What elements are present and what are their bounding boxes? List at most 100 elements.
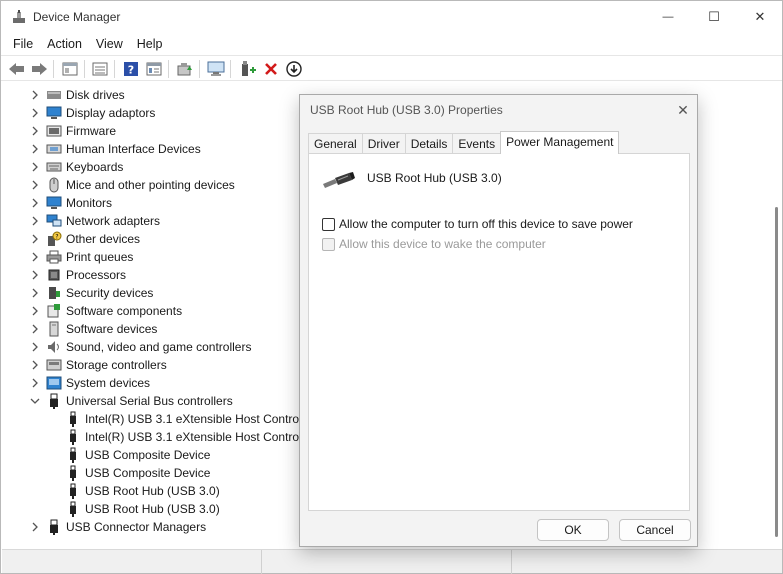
- status-bar: [2, 549, 782, 574]
- monitor-icon: [46, 195, 62, 211]
- dialog-close-button[interactable]: ✕: [668, 97, 698, 123]
- tab-power-management[interactable]: Power Management: [500, 131, 620, 154]
- chevron-right-icon[interactable]: [28, 140, 42, 158]
- scan-hardware-button[interactable]: [206, 59, 226, 79]
- svg-text:?: ?: [128, 64, 134, 77]
- tree-item-network-adapters[interactable]: Network adapters: [28, 212, 160, 230]
- ok-button[interactable]: OK: [537, 519, 609, 541]
- tree-child-item[interactable]: USB Composite Device: [65, 446, 210, 464]
- forward-button[interactable]: [29, 59, 49, 79]
- tree-item-disk-drives[interactable]: Disk drives: [28, 86, 125, 104]
- tab-general[interactable]: General: [308, 133, 363, 154]
- tree-item-software-components[interactable]: Software components: [28, 302, 182, 320]
- tree-item-label: Network adapters: [66, 214, 161, 228]
- chevron-right-icon[interactable]: [28, 248, 42, 266]
- tree-child-item[interactable]: USB Root Hub (USB 3.0): [65, 500, 220, 518]
- chevron-right-icon[interactable]: [28, 176, 42, 194]
- dialog-tabs: General Driver Details Events Power Mana…: [308, 131, 620, 154]
- tab-events[interactable]: Events: [452, 133, 502, 154]
- menu-view[interactable]: View: [89, 33, 130, 55]
- device-manager-icon: [13, 10, 25, 23]
- tree-item-label: Firmware: [66, 124, 116, 138]
- tree-item-security-devices[interactable]: Security devices: [28, 284, 153, 302]
- tree-item-universal-serial-bus-controllers[interactable]: Universal Serial Bus controllers: [28, 392, 233, 410]
- cancel-button[interactable]: Cancel: [619, 519, 691, 541]
- chevron-right-icon[interactable]: [28, 266, 42, 284]
- tab-details[interactable]: Details: [404, 133, 454, 154]
- update-driver-button[interactable]: [175, 59, 195, 79]
- properties-view-button[interactable]: [60, 59, 80, 79]
- tab-driver[interactable]: Driver: [361, 133, 406, 154]
- tree-item-human-interface-devices[interactable]: Human Interface Devices: [28, 140, 201, 158]
- chevron-right-icon[interactable]: [28, 320, 42, 338]
- tree-item-print-queues[interactable]: Print queues: [28, 248, 133, 266]
- tree-child-item[interactable]: Intel(R) USB 3.1 eXtensible Host Control…: [65, 428, 315, 446]
- chevron-right-icon[interactable]: [28, 158, 42, 176]
- tree-item-storage-controllers[interactable]: Storage controllers: [28, 356, 167, 374]
- tree-child-item[interactable]: Intel(R) USB 3.1 eXtensible Host Control…: [65, 410, 315, 428]
- back-button[interactable]: [7, 59, 27, 79]
- details-button[interactable]: [144, 59, 164, 79]
- list-button[interactable]: [90, 59, 110, 79]
- menu-help[interactable]: Help: [130, 33, 170, 55]
- sound-icon: [46, 339, 62, 355]
- toolbar: ?: [1, 55, 782, 81]
- allow-turn-off-checkbox[interactable]: [322, 217, 335, 231]
- usb-connector-icon: [46, 519, 62, 535]
- status-segment: [2, 550, 262, 574]
- scrollbar-thumb[interactable]: [775, 207, 778, 537]
- maximize-button[interactable]: ☐: [691, 1, 737, 33]
- close-button[interactable]: ✕: [737, 1, 783, 33]
- help-button[interactable]: ?: [121, 59, 141, 79]
- tree-item-monitors[interactable]: Monitors: [28, 194, 112, 212]
- chevron-right-icon[interactable]: [28, 230, 42, 248]
- chevron-right-icon[interactable]: [28, 86, 42, 104]
- tree-item-other-devices[interactable]: ? Other devices: [28, 230, 140, 248]
- network-icon: [46, 213, 62, 229]
- tree-item-label: Sound, video and game controllers: [66, 340, 252, 354]
- tree-item-system-devices[interactable]: System devices: [28, 374, 150, 392]
- uninstall-button[interactable]: [261, 59, 281, 79]
- usb-device-icon: [65, 465, 81, 481]
- tree-item-mice-and-other-pointing-devices[interactable]: Mice and other pointing devices: [28, 176, 235, 194]
- tree-child-label: USB Root Hub (USB 3.0): [85, 484, 220, 498]
- minimize-button[interactable]: —: [645, 1, 691, 33]
- software-device-icon: [46, 321, 62, 337]
- tree-item-sound-video-and-game-controllers[interactable]: Sound, video and game controllers: [28, 338, 251, 356]
- chevron-right-icon[interactable]: [28, 122, 42, 140]
- vertical-scrollbar[interactable]: [771, 82, 782, 548]
- system-icon: [46, 375, 62, 391]
- tree-child-item[interactable]: USB Root Hub (USB 3.0): [65, 482, 220, 500]
- chevron-right-icon[interactable]: [28, 212, 42, 230]
- usb-device-icon: [65, 501, 81, 517]
- tree-item-keyboards[interactable]: Keyboards: [28, 158, 123, 176]
- tree-item-firmware[interactable]: Firmware: [28, 122, 116, 140]
- tree-item-usb-connector-managers[interactable]: USB Connector Managers: [28, 518, 206, 536]
- tree-child-item[interactable]: USB Composite Device: [65, 464, 210, 482]
- tree-item-software-devices[interactable]: Software devices: [28, 320, 157, 338]
- menu-action[interactable]: Action: [40, 33, 89, 55]
- chevron-right-icon[interactable]: [28, 104, 42, 122]
- chevron-right-icon[interactable]: [28, 374, 42, 392]
- processor-icon: [46, 267, 62, 283]
- menu-file[interactable]: File: [6, 33, 40, 55]
- chevron-right-icon[interactable]: [28, 356, 42, 374]
- allow-turn-off-option[interactable]: Allow the computer to turn off this devi…: [322, 217, 633, 231]
- tree-item-label: Mice and other pointing devices: [66, 178, 235, 192]
- chevron-right-icon[interactable]: [28, 194, 42, 212]
- usb-plug-icon: [323, 172, 355, 188]
- update-driver-icon: [177, 63, 192, 76]
- tree-item-label: Print queues: [66, 250, 134, 264]
- add-device-button[interactable]: [238, 59, 258, 79]
- chevron-down-icon[interactable]: [28, 392, 42, 410]
- tree-item-display-adaptors[interactable]: Display adaptors: [28, 104, 155, 122]
- chevron-right-icon[interactable]: [28, 302, 42, 320]
- allow-turn-off-label[interactable]: Allow the computer to turn off this devi…: [339, 217, 633, 231]
- chevron-right-icon[interactable]: [28, 518, 42, 536]
- tree-item-processors[interactable]: Processors: [28, 266, 126, 284]
- chevron-right-icon[interactable]: [28, 284, 42, 302]
- mouse-icon: [46, 177, 62, 193]
- disable-button[interactable]: [284, 59, 304, 79]
- printer-icon: [46, 249, 62, 265]
- chevron-right-icon[interactable]: [28, 338, 42, 356]
